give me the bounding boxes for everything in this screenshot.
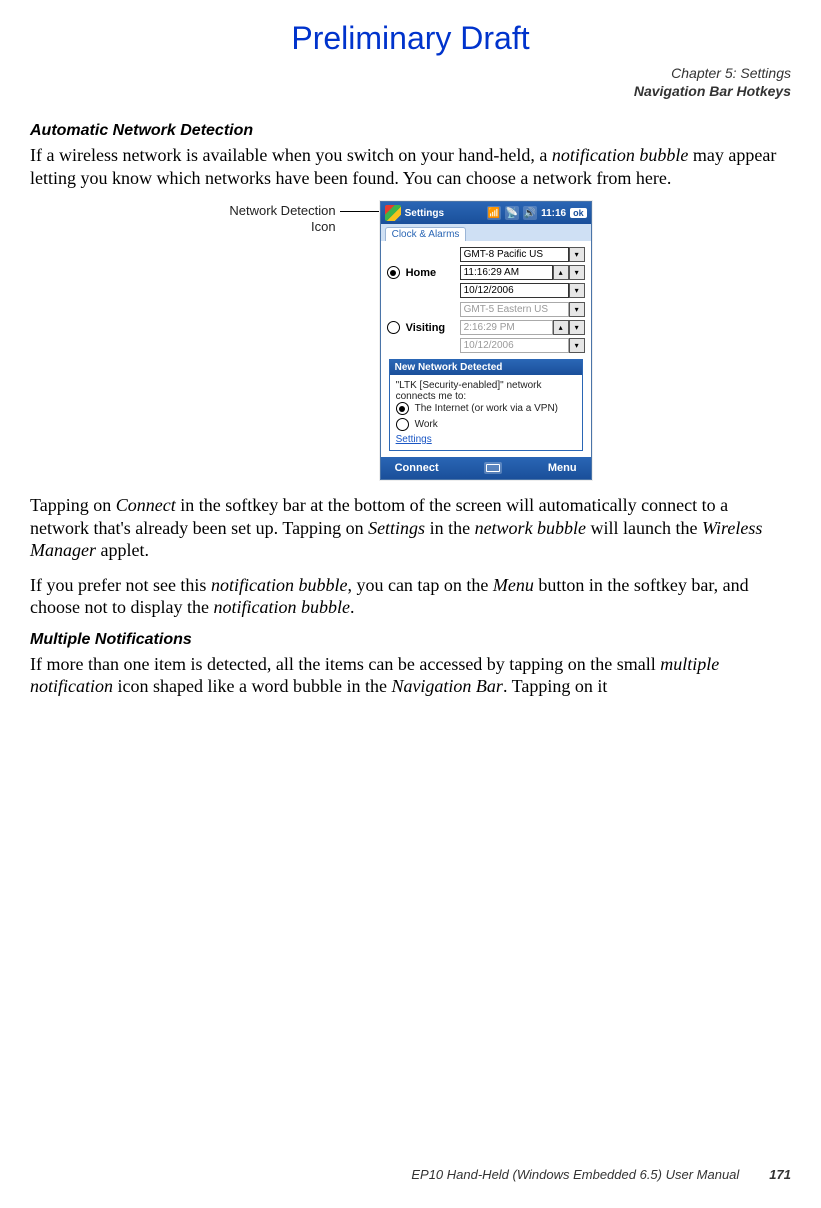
chevron-down-icon[interactable]: ▾ <box>569 283 585 298</box>
softkey-menu[interactable]: Menu <box>548 462 577 474</box>
radio-visiting[interactable] <box>387 321 400 334</box>
spin-down-icon[interactable]: ▾ <box>569 320 585 335</box>
text-emph: notification bubble <box>213 597 350 617</box>
manual-page: Preliminary Draft Chapter 5: Settings Na… <box>0 0 821 1208</box>
text: , you can tap on the <box>347 575 492 595</box>
visiting-time-value: 2:16:29 PM <box>460 320 553 335</box>
chevron-down-icon[interactable]: ▾ <box>569 247 585 262</box>
popup-title: New Network Detected <box>390 360 582 375</box>
visiting-timezone-combo[interactable]: GMT-5 Eastern US ▾ <box>460 302 585 317</box>
option-work-label: Work <box>415 419 438 430</box>
text: If a wireless network is available when … <box>30 145 552 165</box>
page-number: 171 <box>769 1167 791 1182</box>
spin-down-icon[interactable]: ▾ <box>569 265 585 280</box>
label-home: Home <box>406 267 454 279</box>
softkey-bar: Connect Menu <box>381 457 591 479</box>
popup-message: "LTK [Security-enabled]" network connect… <box>396 380 576 402</box>
home-date-value: 10/12/2006 <box>460 283 569 298</box>
text-emph: Navigation Bar <box>391 676 503 696</box>
label-visiting: Visiting <box>406 322 454 334</box>
figure-callout-label: Network Detection Icon <box>229 201 335 234</box>
chapter-line: Chapter 5: Settings <box>30 65 791 83</box>
text: Tapping on <box>30 495 116 515</box>
ok-button[interactable]: ok <box>570 208 587 218</box>
radio-work[interactable] <box>396 418 409 431</box>
device-titlebar: Settings 📶 📡 🔊 11:16 ok <box>381 202 591 224</box>
section-line-text: Navigation Bar Hotkeys <box>634 83 791 99</box>
paragraph-multiple: If more than one item is detected, all t… <box>30 653 791 698</box>
paragraph-intro: If a wireless network is available when … <box>30 144 791 189</box>
device-screenshot: Settings 📶 📡 🔊 11:16 ok Clock & Alarms H… <box>380 201 592 480</box>
text: . <box>350 597 355 617</box>
chevron-down-icon[interactable]: ▾ <box>569 338 585 353</box>
option-internet-label: The Internet (or work via a VPN) <box>415 403 558 414</box>
tab-bar: Clock & Alarms <box>381 224 591 241</box>
text: icon shaped like a word bubble in the <box>113 676 391 696</box>
heading-automatic-network-detection: Automatic Network Detection <box>30 122 791 140</box>
text-emph: Connect <box>116 495 176 515</box>
spin-up-icon[interactable]: ▴ <box>553 265 569 280</box>
text: in the <box>425 518 475 538</box>
text-emph: notification bubble <box>552 145 689 165</box>
paragraph-connect: Tapping on Connect in the softkey bar at… <box>30 494 791 562</box>
home-time-field[interactable]: 11:16:29 AM ▴▾ <box>460 265 585 280</box>
settings-link[interactable]: Settings <box>396 434 432 445</box>
manual-title: EP10 Hand-Held (Windows Embedded 6.5) Us… <box>411 1167 739 1182</box>
text-emph: network bubble <box>475 518 586 538</box>
tab-clock-alarms[interactable]: Clock & Alarms <box>385 227 467 241</box>
keyboard-icon[interactable] <box>484 462 502 474</box>
signal-icon[interactable]: 📡 <box>505 206 519 220</box>
start-flag-icon[interactable] <box>385 205 401 221</box>
label-line: Network Detection <box>229 203 335 218</box>
visiting-date-value: 10/12/2006 <box>460 338 569 353</box>
page-footer: EP10 Hand-Held (Windows Embedded 6.5) Us… <box>30 1167 791 1182</box>
chevron-down-icon[interactable]: ▾ <box>569 302 585 317</box>
paragraph-disable-bubble: If you prefer not see this notification … <box>30 574 791 619</box>
clock-text: 11:16 <box>541 208 566 219</box>
figure-block: Network Detection Icon Settings 📶 📡 🔊 11… <box>30 201 791 480</box>
text: . Tapping on it <box>503 676 607 696</box>
text: will launch the <box>586 518 702 538</box>
text-emph: Settings <box>368 518 425 538</box>
label-line: Icon <box>311 219 336 234</box>
radio-internet[interactable] <box>396 402 409 415</box>
titlebar-text: Settings <box>405 208 444 219</box>
heading-multiple-notifications: Multiple Notifications <box>30 631 791 649</box>
text: If more than one item is detected, all t… <box>30 654 660 674</box>
callout-leader-line <box>340 211 380 212</box>
text: applet. <box>96 540 149 560</box>
volume-icon[interactable]: 🔊 <box>523 206 537 220</box>
home-date-combo[interactable]: 10/12/2006 ▾ <box>460 283 585 298</box>
text-emph: notification bubble <box>211 575 348 595</box>
draft-watermark: Preliminary Draft <box>30 20 791 57</box>
home-time-value: 11:16:29 AM <box>460 265 553 280</box>
text-emph: Menu <box>493 575 534 595</box>
visiting-timezone-value: GMT-5 Eastern US <box>460 302 569 317</box>
radio-home[interactable] <box>387 266 400 279</box>
page-header: Chapter 5: Settings Navigation Bar Hotke… <box>30 65 791 100</box>
network-detection-icon[interactable]: 📶 <box>487 206 501 220</box>
spin-up-icon[interactable]: ▴ <box>553 320 569 335</box>
home-timezone-combo[interactable]: GMT-8 Pacific US ▾ <box>460 247 585 262</box>
visiting-time-field[interactable]: 2:16:29 PM ▴▾ <box>460 320 585 335</box>
visiting-date-combo[interactable]: 10/12/2006 ▾ <box>460 338 585 353</box>
text: If you prefer not see this <box>30 575 211 595</box>
new-network-popup: New Network Detected "LTK [Security-enab… <box>389 359 583 451</box>
home-timezone-value: GMT-8 Pacific US <box>460 247 569 262</box>
softkey-connect[interactable]: Connect <box>395 462 439 474</box>
section-line: Navigation Bar Hotkeys <box>30 83 791 101</box>
clock-panel: Home GMT-8 Pacific US ▾ 11:16:29 AM ▴▾ 1… <box>381 241 591 457</box>
